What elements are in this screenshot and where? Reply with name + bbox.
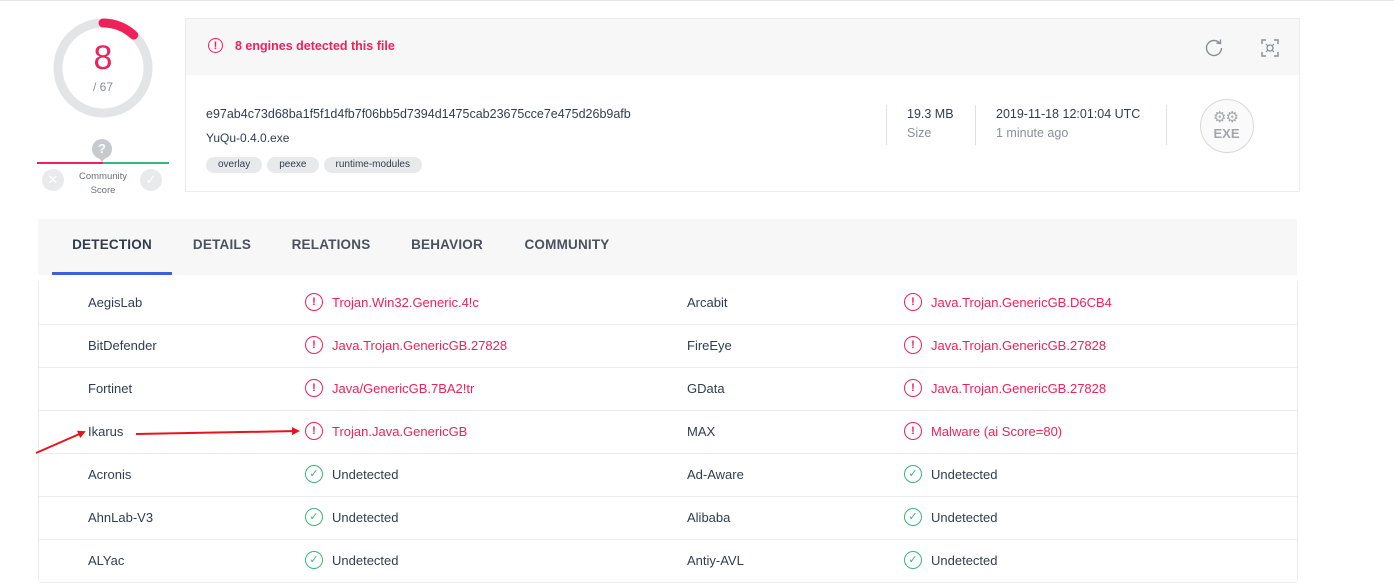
engine-name: MAX xyxy=(687,424,716,439)
check-icon: ✓ xyxy=(904,508,922,526)
engine-name: Antiy-AVL xyxy=(687,553,744,568)
detection-result: Undetected xyxy=(332,553,399,568)
detection-result: Undetected xyxy=(931,553,998,568)
tag[interactable]: peexe xyxy=(267,157,319,173)
check-icon: ✓ xyxy=(904,551,922,569)
alert-icon: ! xyxy=(904,379,922,397)
vote-malicious-icon[interactable]: ✕ xyxy=(42,169,64,191)
divider xyxy=(1166,105,1167,145)
analysis-date-relative: 1 minute ago xyxy=(996,126,1069,140)
detection-result: Trojan.Java.GenericGB xyxy=(332,424,468,439)
detection-result: Malware (ai Score=80) xyxy=(931,424,1063,439)
analysis-date: 2019-11-18 12:01:04 UTC xyxy=(996,107,1141,121)
alert-icon: ! xyxy=(305,379,323,397)
table-row: ALYac ✓ Undetected Antiy-AVL ✓ Undetected xyxy=(39,539,1297,583)
engine-name: Alibaba xyxy=(687,510,731,525)
table-row: AegisLab! Trojan.Win32.Generic.4!c Arcabit… xyxy=(39,281,1297,325)
file-type-icon: ⚙⚙ EXE xyxy=(1200,99,1254,153)
engine-name: ALYac xyxy=(88,553,125,568)
check-icon: ✓ xyxy=(305,465,323,483)
engine-name: Arcabit xyxy=(687,295,728,310)
detection-result: Java.Trojan.GenericGB.27828 xyxy=(931,338,1107,353)
file-hash[interactable]: e97ab4c73d68ba1f5f1d4fb7f06bb5d7394d1475… xyxy=(206,107,631,121)
engine-name: Ad-Aware xyxy=(687,467,744,482)
alert-icon: ! xyxy=(305,422,323,440)
table-row: Acronis ✓ Undetected Ad-Aware ✓ Undetected xyxy=(39,453,1297,497)
table-row: BitDefender! Java.Trojan.GenericGB.27828 F… xyxy=(39,324,1297,368)
engine-name: Ikarus xyxy=(88,424,124,439)
detection-result: Undetected xyxy=(931,467,998,482)
tab-detection[interactable]: DETECTION xyxy=(52,219,172,275)
refresh-icon[interactable] xyxy=(1203,37,1225,59)
engine-name: FireEye xyxy=(687,338,732,353)
engine-name: AhnLab-V3 xyxy=(88,510,154,525)
table-row: AhnLab-V3 ✓ Undetected Alibaba ✓ Undetected xyxy=(39,496,1297,540)
tab-behavior[interactable]: BEHAVIOR xyxy=(401,219,493,275)
file-size: 19.3 MB xyxy=(907,107,954,121)
community-score: ? ✕ Community Score ✓ xyxy=(37,137,169,199)
divider xyxy=(975,105,976,145)
tag[interactable]: overlay xyxy=(206,157,263,173)
detection-result: Java.Trojan.GenericGB.27828 xyxy=(931,381,1107,396)
engine-total: / 67 xyxy=(92,80,113,94)
check-icon: ✓ xyxy=(904,465,922,483)
alert-icon: ! xyxy=(904,336,922,354)
vote-harmless-icon[interactable]: ✓ xyxy=(140,169,162,191)
tab-community[interactable]: COMMUNITY xyxy=(517,219,617,275)
engine-name: AegisLab xyxy=(88,295,143,310)
alert-icon: ! xyxy=(904,293,922,311)
engine-name: Fortinet xyxy=(88,381,133,396)
detection-count: 8 xyxy=(93,39,113,77)
community-bar-positive xyxy=(103,162,169,164)
file-name: YuQu-0.4.0.exe xyxy=(206,131,290,145)
detection-result: Java.Trojan.GenericGB.D6CB4 xyxy=(931,295,1112,310)
detection-result: Undetected xyxy=(332,510,399,525)
detection-table: AegisLab! Trojan.Win32.Generic.4!c Arcabit… xyxy=(38,281,1298,583)
similar-files-icon[interactable] xyxy=(1260,38,1280,58)
engine-name: GData xyxy=(687,381,725,396)
tab-relations[interactable]: RELATIONS xyxy=(281,219,381,275)
community-bar-negative xyxy=(37,162,103,164)
table-row: Fortinet! Java/GenericGB.7BA2!tr GData! Jav… xyxy=(39,367,1297,411)
file-tags: overlay peexe runtime-modules xyxy=(206,154,427,173)
file-info-card: ! 8 engines detected this file e97ab4c73… xyxy=(185,18,1300,192)
question-icon: ? xyxy=(92,139,112,159)
detection-result: Java.Trojan.GenericGB.27828 xyxy=(332,338,508,353)
check-icon: ✓ xyxy=(305,508,323,526)
detection-result: Java/GenericGB.7BA2!tr xyxy=(332,381,475,396)
alert-text: 8 engines detected this file xyxy=(235,39,395,53)
detection-result: Trojan.Win32.Generic.4!c xyxy=(332,295,479,310)
detection-alert-bar: ! 8 engines detected this file xyxy=(186,19,1299,75)
alert-icon: ! xyxy=(305,336,323,354)
gears-icon: ⚙⚙ xyxy=(1213,109,1239,126)
engine-name: BitDefender xyxy=(88,338,157,353)
alert-icon: ! xyxy=(305,293,323,311)
detection-score-gauge: 8 / 67 xyxy=(52,17,154,119)
community-score-label: Community Score xyxy=(78,171,128,196)
check-icon: ✓ xyxy=(305,551,323,569)
table-row: Ikarus! Trojan.Java.GenericGB MAX! Malware … xyxy=(39,410,1297,454)
alert-icon: ! xyxy=(904,422,922,440)
file-type-label: EXE xyxy=(1213,126,1240,141)
detection-result: Undetected xyxy=(931,510,998,525)
tag[interactable]: runtime-modules xyxy=(323,157,422,173)
tab-details[interactable]: DETAILS xyxy=(182,219,262,275)
engine-name: Acronis xyxy=(88,467,132,482)
divider xyxy=(886,105,887,145)
detection-result: Undetected xyxy=(332,467,399,482)
report-tabs: DETECTION DETAILS RELATIONS BEHAVIOR COM… xyxy=(38,219,1297,275)
top-border xyxy=(0,0,1394,1)
file-size-label: Size xyxy=(907,126,932,140)
alert-icon: ! xyxy=(208,38,223,53)
